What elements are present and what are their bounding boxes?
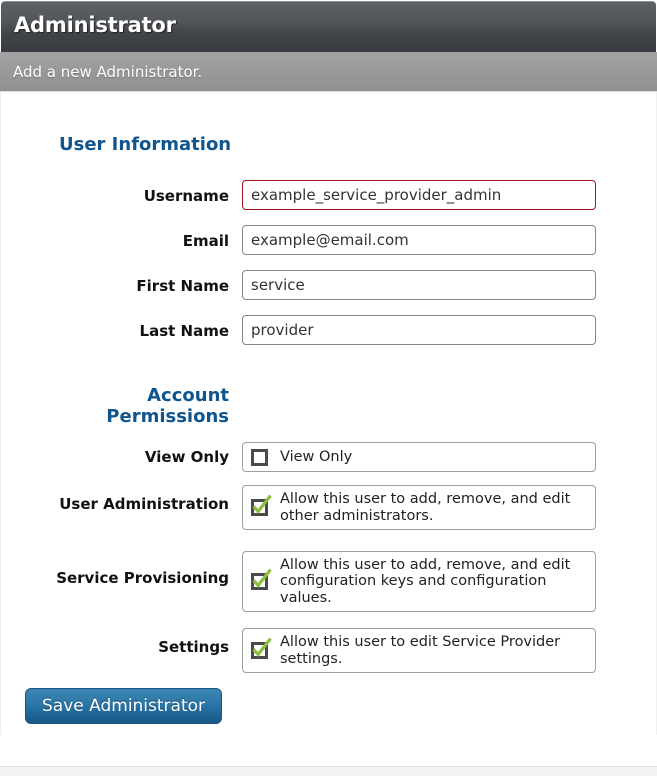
checkbox-label-settings: Allow this user to edit Service Provider… — [280, 634, 561, 667]
checkbox-checked-icon[interactable] — [250, 637, 272, 661]
checkbox-label-user-administration: Allow this user to add, remove, and edit… — [280, 491, 571, 524]
section-heading-account-permissions: Account Permissions — [59, 385, 229, 427]
label-user-administration: User Administration — [59, 495, 229, 513]
checkbox-settings[interactable]: Allow this user to edit Service Provider… — [242, 628, 596, 673]
section-heading-line-1: Account — [147, 385, 229, 406]
first-name-input[interactable] — [242, 270, 596, 300]
label-username: Username — [143, 187, 229, 205]
checkbox-label-view-only: View Only — [280, 448, 353, 465]
email-input[interactable] — [242, 225, 596, 255]
label-first-name: First Name — [136, 277, 229, 295]
checkbox-user-administration[interactable]: Allow this user to add, remove, and edit… — [242, 485, 596, 530]
section-heading-user-information: User Information — [59, 134, 232, 155]
checkbox-label-service-provisioning: Allow this user to add, remove, and edit… — [280, 556, 571, 606]
checkbox-checked-icon[interactable] — [250, 568, 272, 592]
label-email: Email — [182, 232, 229, 250]
label-service-provisioning: Service Provisioning — [56, 569, 229, 587]
administrator-form: User Information Username Email First Na… — [0, 92, 657, 735]
checkbox-service-provisioning[interactable]: Allow this user to add, remove, and edit… — [242, 551, 596, 612]
admin-form-page: Administrator Add a new Administrator. U… — [0, 1, 657, 776]
window-titlebar: Administrator — [1, 1, 656, 52]
label-settings: Settings — [158, 638, 229, 656]
section-heading-line-2: Permissions — [106, 406, 229, 427]
checkbox-checked-icon[interactable] — [250, 494, 272, 518]
username-input[interactable] — [242, 180, 596, 210]
checkbox-unchecked-icon[interactable] — [250, 447, 271, 468]
checkbox-view-only[interactable]: View Only — [242, 442, 596, 472]
page-subheader: Add a new Administrator. — [0, 52, 657, 92]
save-administrator-button[interactable]: Save Administrator — [25, 688, 223, 724]
label-last-name: Last Name — [139, 322, 229, 340]
page-title: Administrator — [14, 13, 176, 37]
label-view-only: View Only — [144, 448, 229, 466]
last-name-input[interactable] — [242, 315, 596, 345]
page-subtitle: Add a new Administrator. — [13, 63, 203, 81]
